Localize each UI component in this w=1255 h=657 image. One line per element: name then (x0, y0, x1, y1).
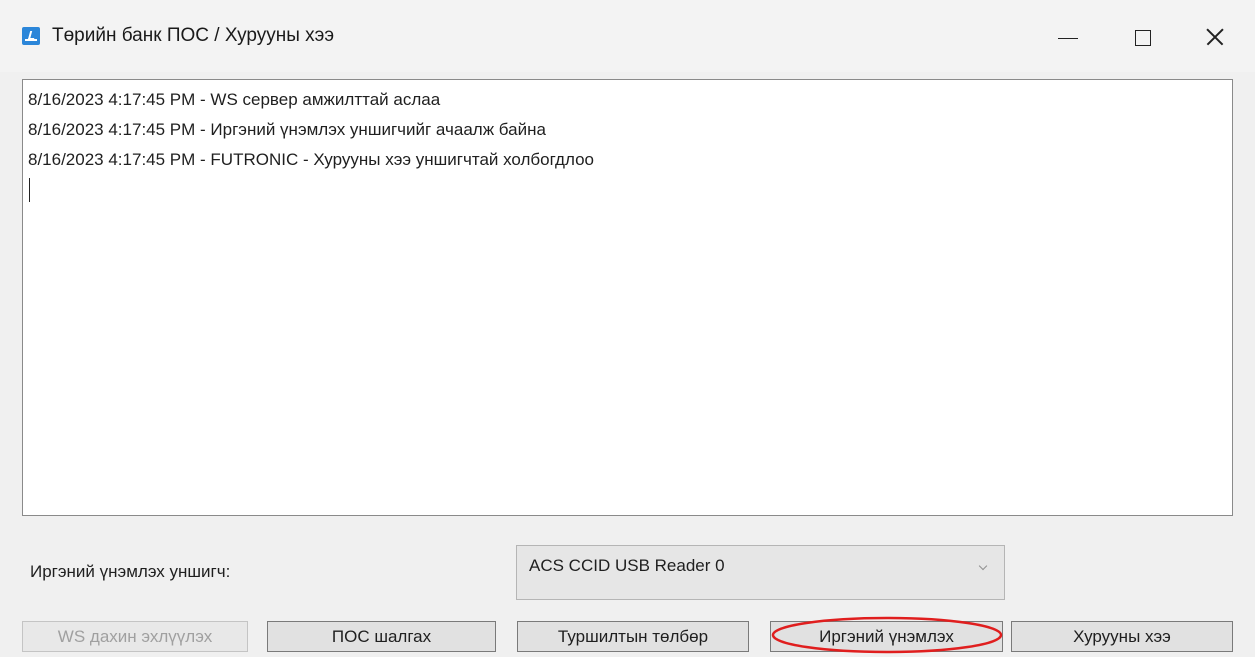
minimize-button[interactable] (1038, 14, 1098, 60)
title-bar[interactable]: Төрийн банк ПОС / Хурууны хээ (0, 0, 1255, 72)
test-payment-button[interactable]: Туршилтын төлбөр (517, 621, 749, 652)
window-title: Төрийн банк ПОС / Хурууны хээ (52, 25, 335, 46)
maximize-button[interactable] (1112, 14, 1172, 60)
text-caret (29, 178, 30, 202)
log-textbox[interactable]: 8/16/2023 4:17:45 PM - WS сервер амжилтт… (22, 79, 1233, 516)
pos-check-button[interactable]: ПОС шалгах (267, 621, 496, 652)
id-card-button[interactable]: Иргэний үнэмлэх (770, 621, 1003, 652)
log-line: 8/16/2023 4:17:45 PM - FUTRONIC - Хуруун… (28, 150, 594, 169)
reader-selected-value: ACS CCID USB Reader 0 (529, 556, 725, 575)
fingerprint-button[interactable]: Хурууны хээ (1011, 621, 1233, 652)
log-line: 8/16/2023 4:17:45 PM - Иргэний үнэмлэх у… (28, 120, 546, 139)
app-icon (22, 27, 40, 45)
reader-label: Иргэний үнэмлэх уншигч: (30, 562, 231, 581)
reader-dropdown[interactable]: ACS CCID USB Reader 0 (516, 545, 1005, 600)
ws-restart-button[interactable]: WS дахин эхлүүлэх (22, 621, 248, 652)
chevron-down-icon (980, 563, 988, 571)
minimize-icon (1058, 38, 1078, 39)
maximize-icon (1135, 30, 1151, 46)
close-button[interactable] (1185, 14, 1245, 60)
log-line: 8/16/2023 4:17:45 PM - WS сервер амжилтт… (28, 90, 441, 109)
app-window: Төрийн банк ПОС / Хурууны хээ 8/16/2023 … (0, 0, 1255, 657)
